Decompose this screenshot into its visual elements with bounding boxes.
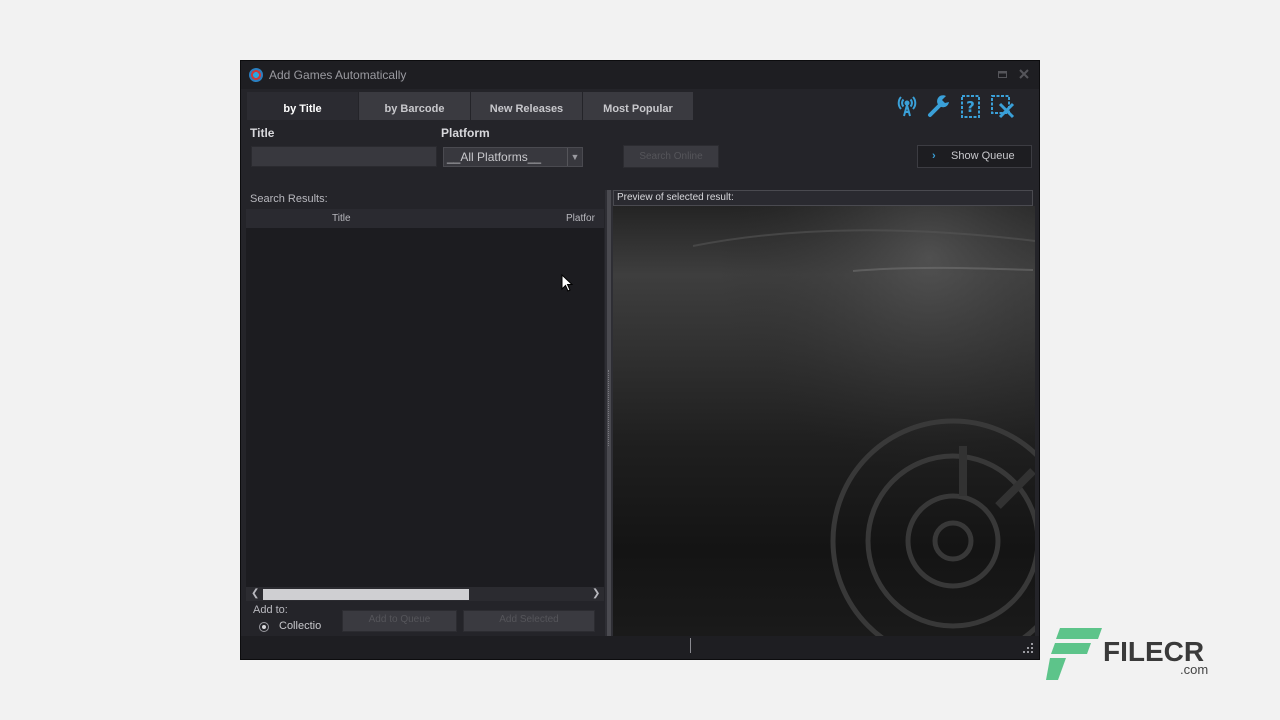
column-title[interactable]: Title	[332, 213, 351, 224]
add-to-label: Add to:	[253, 604, 288, 616]
wireless-signal-icon[interactable]	[893, 92, 921, 120]
restore-icon[interactable]	[997, 68, 1009, 80]
status-bar	[241, 636, 1039, 659]
window-title: Add Games Automatically	[269, 68, 406, 82]
results-list[interactable]	[246, 209, 604, 587]
scroll-right-icon[interactable]: ❯	[592, 587, 600, 601]
platform-select[interactable]: __All Platforms__ ▼	[443, 147, 583, 167]
tab-by-barcode[interactable]: by Barcode	[359, 92, 470, 120]
splitter-grip[interactable]	[608, 370, 611, 446]
add-selected-button[interactable]: Add Selected	[463, 610, 595, 632]
title-label: Title	[250, 126, 274, 140]
add-to-queue-button[interactable]: Add to Queue	[342, 610, 457, 632]
chevron-down-icon[interactable]: ▼	[567, 148, 582, 166]
watermark-suffix: .com	[1180, 662, 1208, 677]
preview-image	[613, 206, 1035, 636]
tab-by-title[interactable]: by Title	[247, 92, 358, 120]
title-input[interactable]	[251, 146, 437, 167]
panel-splitter[interactable]	[605, 190, 613, 636]
app-logo-icon	[249, 68, 263, 82]
search-online-button[interactable]: Search Online	[623, 145, 719, 168]
resize-grip-icon[interactable]	[1023, 643, 1033, 653]
show-queue-button[interactable]: › Show Queue	[917, 145, 1032, 168]
status-separator	[690, 638, 691, 653]
results-column-header: Title Platfor	[246, 209, 604, 228]
help-icon[interactable]: ?	[957, 92, 985, 120]
close-window-icon[interactable]	[1018, 68, 1030, 80]
results-horizontal-scrollbar[interactable]: ❮ ❯	[246, 587, 604, 601]
preview-label: Preview of selected result:	[613, 190, 1033, 206]
wrench-icon[interactable]	[925, 92, 953, 120]
tab-new-releases[interactable]: New Releases	[471, 92, 582, 120]
collection-radio[interactable]	[259, 622, 269, 632]
platform-select-value: __All Platforms__	[447, 150, 541, 164]
column-platform[interactable]: Platfor	[566, 213, 595, 224]
tab-most-popular[interactable]: Most Popular	[583, 92, 693, 120]
scrollbar-thumb[interactable]	[263, 589, 469, 600]
collection-radio-label: Collectio	[279, 620, 321, 632]
title-bar[interactable]: Add Games Automatically	[241, 61, 1039, 89]
close-x-icon[interactable]	[989, 92, 1017, 120]
search-results-label: Search Results:	[250, 193, 328, 205]
platform-label: Platform	[441, 126, 490, 140]
svg-text:?: ?	[966, 98, 975, 116]
scroll-left-icon[interactable]: ❮	[251, 587, 259, 601]
show-queue-label: Show Queue	[951, 146, 1015, 167]
chevron-right-icon: ›	[932, 146, 936, 167]
mouse-cursor-icon	[561, 274, 575, 294]
add-games-window: Add Games Automatically by Title by Barc…	[240, 60, 1040, 660]
